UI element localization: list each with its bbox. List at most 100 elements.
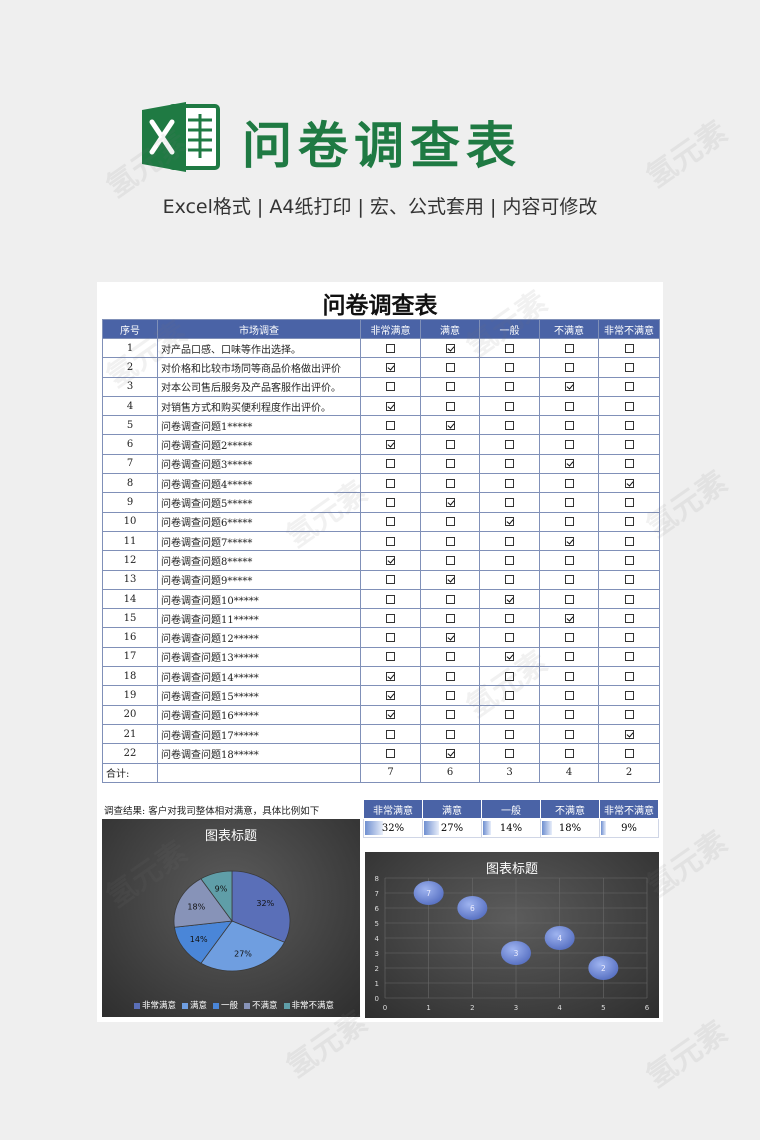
rating-checkbox[interactable] xyxy=(505,652,514,662)
rating-checkbox[interactable] xyxy=(564,748,574,758)
rating-checkbox[interactable] xyxy=(624,594,634,604)
rating-checkbox[interactable] xyxy=(505,594,514,604)
rating-checkbox[interactable] xyxy=(624,748,634,758)
rating-checkbox[interactable] xyxy=(505,633,514,643)
rating-checkbox[interactable] xyxy=(445,729,455,739)
rating-checkbox[interactable] xyxy=(564,459,574,469)
rating-checkbox[interactable] xyxy=(386,459,395,469)
rating-checkbox[interactable] xyxy=(624,459,634,469)
rating-checkbox[interactable] xyxy=(564,671,574,681)
rating-checkbox[interactable] xyxy=(505,401,514,411)
rating-checkbox[interactable] xyxy=(564,420,574,430)
rating-checkbox[interactable] xyxy=(564,401,574,411)
rating-checkbox[interactable] xyxy=(624,729,634,739)
rating-checkbox[interactable] xyxy=(564,690,574,700)
rating-checkbox[interactable] xyxy=(386,748,395,758)
rating-checkbox[interactable] xyxy=(505,382,514,392)
rating-checkbox[interactable] xyxy=(624,555,634,565)
rating-checkbox[interactable] xyxy=(505,517,514,527)
rating-checkbox[interactable] xyxy=(386,652,395,662)
rating-checkbox[interactable] xyxy=(445,420,455,430)
rating-checkbox[interactable] xyxy=(564,594,574,604)
rating-checkbox[interactable] xyxy=(445,440,455,450)
rating-checkbox[interactable] xyxy=(445,517,455,527)
rating-checkbox[interactable] xyxy=(564,710,574,720)
rating-checkbox[interactable] xyxy=(624,498,634,508)
rating-checkbox[interactable] xyxy=(564,343,574,353)
rating-checkbox[interactable] xyxy=(564,652,574,662)
rating-checkbox[interactable] xyxy=(445,362,455,372)
rating-checkbox[interactable] xyxy=(505,575,514,585)
rating-checkbox[interactable] xyxy=(624,401,634,411)
rating-checkbox[interactable] xyxy=(386,440,395,450)
rating-checkbox[interactable] xyxy=(624,362,634,372)
rating-checkbox[interactable] xyxy=(564,362,574,372)
rating-checkbox[interactable] xyxy=(624,536,634,546)
rating-checkbox[interactable] xyxy=(564,478,574,488)
rating-checkbox[interactable] xyxy=(445,690,455,700)
rating-checkbox[interactable] xyxy=(505,710,514,720)
rating-checkbox[interactable] xyxy=(624,343,634,353)
rating-checkbox[interactable] xyxy=(505,613,514,623)
rating-checkbox[interactable] xyxy=(445,710,455,720)
rating-checkbox[interactable] xyxy=(624,420,634,430)
rating-checkbox[interactable] xyxy=(386,382,395,392)
rating-checkbox[interactable] xyxy=(445,478,455,488)
rating-checkbox[interactable] xyxy=(505,671,514,681)
rating-checkbox[interactable] xyxy=(445,555,455,565)
rating-checkbox[interactable] xyxy=(445,613,455,623)
rating-checkbox[interactable] xyxy=(445,459,455,469)
rating-checkbox[interactable] xyxy=(505,478,514,488)
rating-checkbox[interactable] xyxy=(564,517,574,527)
rating-checkbox[interactable] xyxy=(445,633,455,643)
rating-checkbox[interactable] xyxy=(386,710,395,720)
rating-checkbox[interactable] xyxy=(564,440,574,450)
rating-checkbox[interactable] xyxy=(386,555,395,565)
rating-checkbox[interactable] xyxy=(386,420,395,430)
rating-checkbox[interactable] xyxy=(386,536,395,546)
rating-checkbox[interactable] xyxy=(386,690,395,700)
rating-checkbox[interactable] xyxy=(445,382,455,392)
rating-checkbox[interactable] xyxy=(505,343,514,353)
rating-checkbox[interactable] xyxy=(445,575,455,585)
rating-checkbox[interactable] xyxy=(386,575,395,585)
rating-checkbox[interactable] xyxy=(624,575,634,585)
rating-checkbox[interactable] xyxy=(445,748,455,758)
rating-checkbox[interactable] xyxy=(564,613,574,623)
rating-checkbox[interactable] xyxy=(624,710,634,720)
rating-checkbox[interactable] xyxy=(445,536,455,546)
rating-checkbox[interactable] xyxy=(624,633,634,643)
rating-checkbox[interactable] xyxy=(624,382,634,392)
rating-checkbox[interactable] xyxy=(505,459,514,469)
rating-checkbox[interactable] xyxy=(505,729,514,739)
rating-checkbox[interactable] xyxy=(445,652,455,662)
rating-checkbox[interactable] xyxy=(624,440,634,450)
rating-checkbox[interactable] xyxy=(386,498,395,508)
rating-checkbox[interactable] xyxy=(505,748,514,758)
rating-checkbox[interactable] xyxy=(445,343,455,353)
rating-checkbox[interactable] xyxy=(564,555,574,565)
rating-checkbox[interactable] xyxy=(445,498,455,508)
rating-checkbox[interactable] xyxy=(505,362,514,372)
rating-checkbox[interactable] xyxy=(386,594,395,604)
rating-checkbox[interactable] xyxy=(564,633,574,643)
rating-checkbox[interactable] xyxy=(505,420,514,430)
rating-checkbox[interactable] xyxy=(505,498,514,508)
rating-checkbox[interactable] xyxy=(505,690,514,700)
rating-checkbox[interactable] xyxy=(386,517,395,527)
rating-checkbox[interactable] xyxy=(624,478,634,488)
rating-checkbox[interactable] xyxy=(624,613,634,623)
rating-checkbox[interactable] xyxy=(386,671,395,681)
rating-checkbox[interactable] xyxy=(386,343,395,353)
rating-checkbox[interactable] xyxy=(505,536,514,546)
rating-checkbox[interactable] xyxy=(564,382,574,392)
rating-checkbox[interactable] xyxy=(624,652,634,662)
rating-checkbox[interactable] xyxy=(386,613,395,623)
rating-checkbox[interactable] xyxy=(386,633,395,643)
rating-checkbox[interactable] xyxy=(564,498,574,508)
rating-checkbox[interactable] xyxy=(624,517,634,527)
rating-checkbox[interactable] xyxy=(505,440,514,450)
rating-checkbox[interactable] xyxy=(445,671,455,681)
rating-checkbox[interactable] xyxy=(564,536,574,546)
rating-checkbox[interactable] xyxy=(386,401,395,411)
